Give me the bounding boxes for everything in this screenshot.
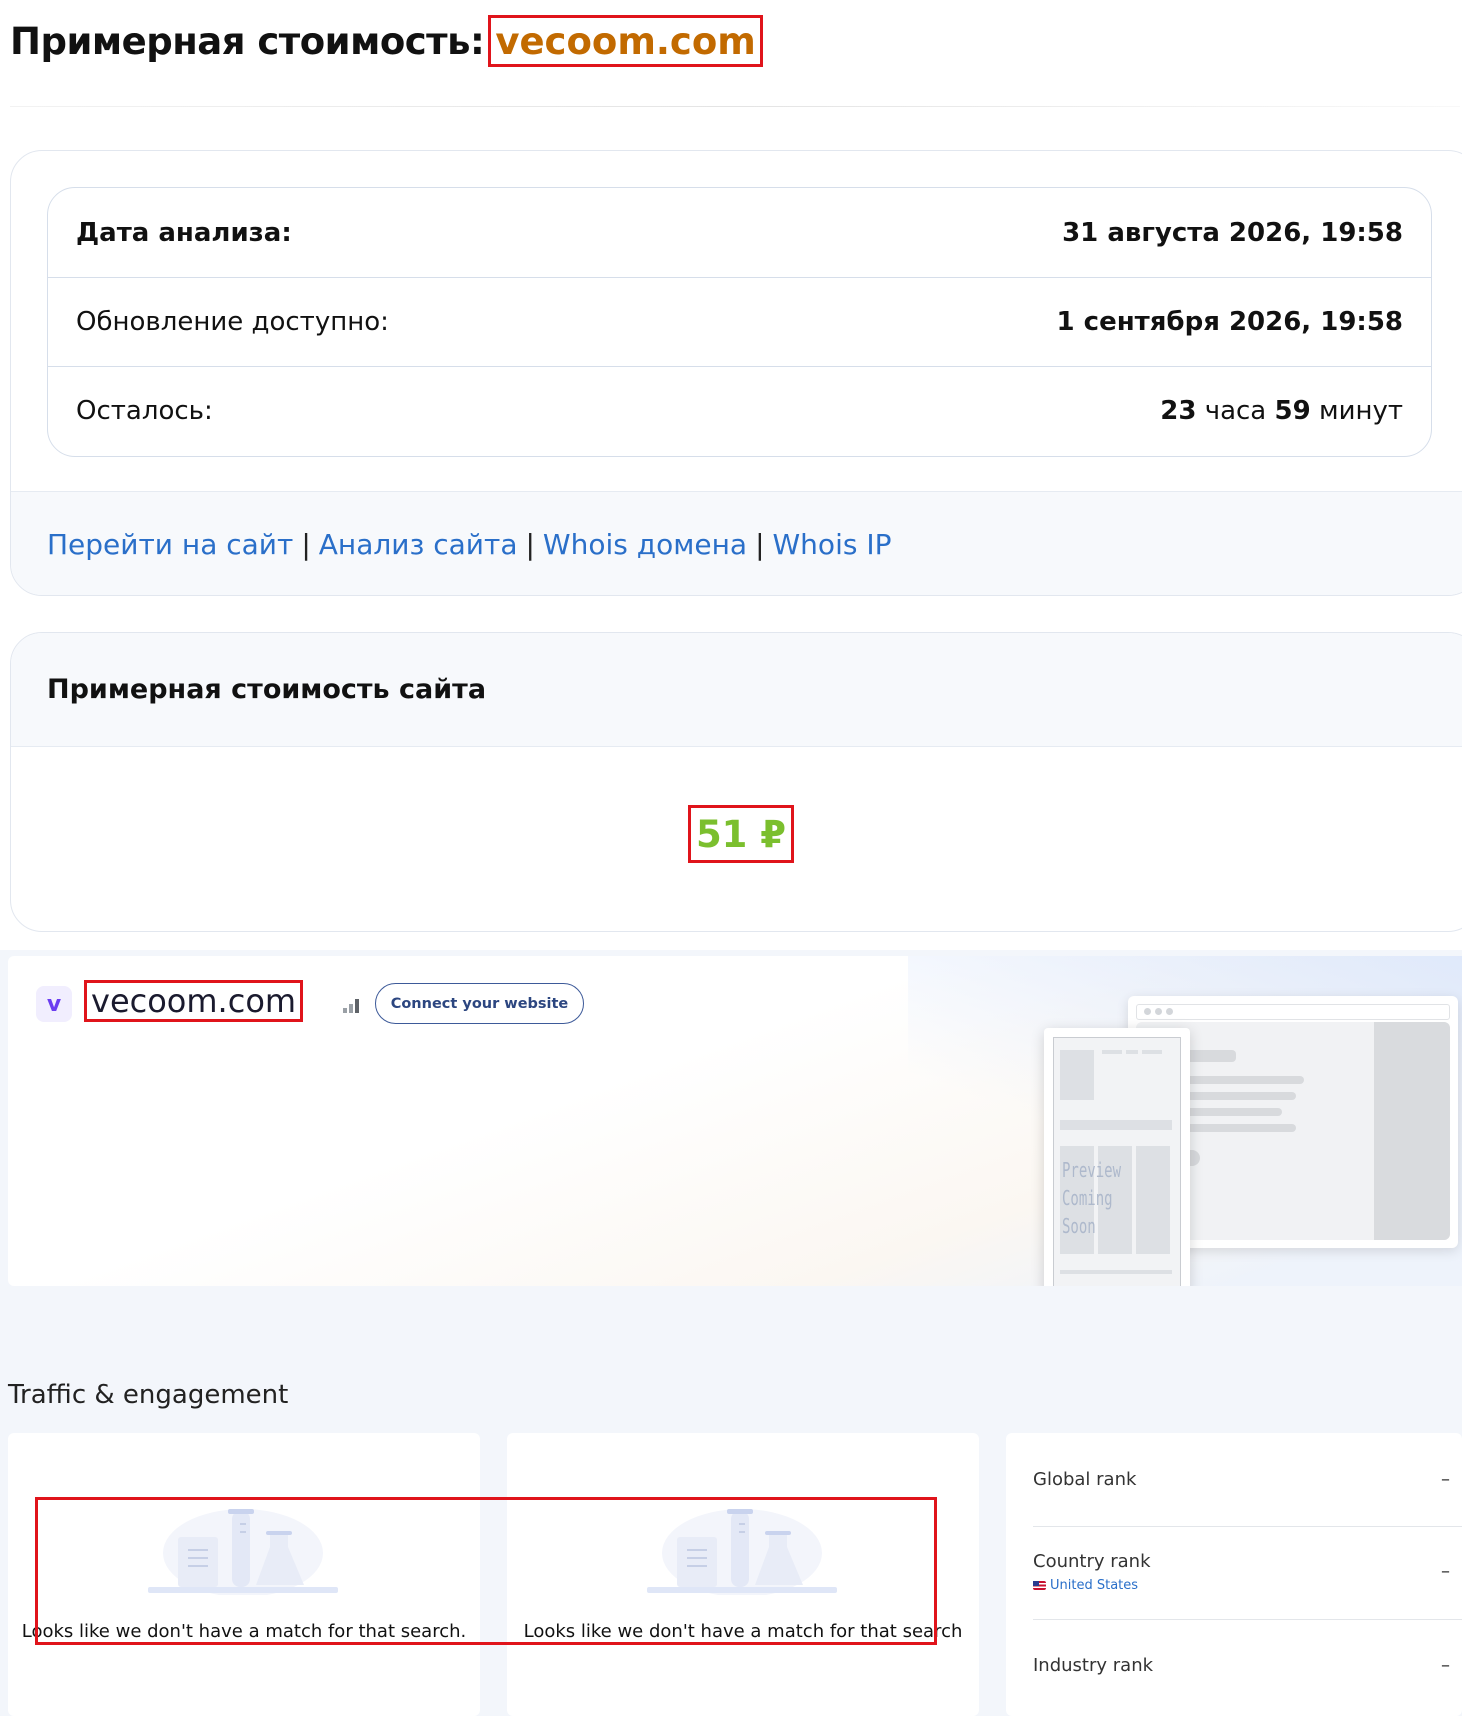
- page-title-domain: vecoom.com: [495, 19, 756, 63]
- signal-bars-icon: [343, 999, 359, 1013]
- link-separator: |: [301, 528, 311, 561]
- industry-rank-label: Industry rank: [1033, 1655, 1154, 1676]
- country-rank-value: –: [1441, 1561, 1450, 1582]
- update-available-value: 1 сентября 2026, 19:58: [1056, 307, 1403, 337]
- rank-card: Global rank – Country rank United States…: [1006, 1433, 1462, 1716]
- link-go-to-site[interactable]: Перейти на сайт: [47, 528, 293, 561]
- empty-state-highlight-box: [35, 1497, 937, 1645]
- title-divider: [10, 106, 1460, 107]
- time-left-label: Осталось:: [76, 396, 213, 426]
- website-domain: vecoom.com: [91, 982, 297, 1020]
- update-available-label: Обновление доступно:: [76, 307, 389, 337]
- traffic-section-title: Traffic & engagement: [8, 1380, 289, 1410]
- link-whois-ip[interactable]: Whois IP: [773, 528, 892, 561]
- site-cost-card: Примерная стоимость сайта 51 ₽: [10, 632, 1462, 932]
- site-cost-title: Примерная стоимость сайта: [47, 674, 487, 705]
- time-left-minutes: 59: [1274, 396, 1311, 426]
- time-left-minutes-unit: минут: [1310, 396, 1403, 426]
- coming-soon-label: Coming Soon: [1062, 1186, 1113, 1238]
- time-left-hours-unit: часа: [1196, 396, 1275, 426]
- country-rank-country[interactable]: United States: [1033, 1578, 1151, 1593]
- update-available-row: Обновление доступно: 1 сентября 2026, 19…: [48, 277, 1431, 366]
- global-rank-label: Global rank: [1033, 1469, 1137, 1490]
- link-separator: |: [755, 528, 765, 561]
- country-rank-block: Country rank United States: [1033, 1551, 1151, 1593]
- preview-label: Preview: [1062, 1158, 1122, 1182]
- site-price: 51 ₽: [695, 812, 787, 856]
- analysis-date-value: 31 августа 2026, 19:58: [1062, 217, 1403, 248]
- mobile-preview-image: Preview Coming Soon: [1044, 1028, 1190, 1286]
- link-separator: |: [525, 528, 535, 561]
- domain-highlight-box: vecoom.com: [488, 15, 763, 67]
- time-left-value: 23 часа 59 минут: [1160, 396, 1403, 426]
- site-favicon-icon: v: [36, 986, 72, 1022]
- industry-rank-row: Industry rank –: [1033, 1655, 1450, 1676]
- link-site-analysis[interactable]: Анализ сайта: [319, 528, 518, 561]
- global-rank-value: –: [1441, 1469, 1450, 1490]
- time-left-row: Осталось: 23 часа 59 минут: [48, 366, 1431, 455]
- country-rank-label: Country rank: [1033, 1551, 1151, 1572]
- sw-domain-highlight-box: vecoom.com: [84, 980, 304, 1022]
- page-title-row: Примерная стоимость: vecoom.com: [10, 14, 763, 68]
- analysis-date-label: Дата анализа:: [76, 217, 292, 248]
- us-flag-icon: [1033, 1581, 1046, 1590]
- price-highlight-box: 51 ₽: [688, 805, 794, 863]
- page-title: Примерная стоимость:: [10, 19, 485, 63]
- country-rank-row: Country rank United States –: [1033, 1551, 1450, 1593]
- industry-rank-value: –: [1441, 1655, 1450, 1676]
- country-name: United States: [1050, 1578, 1139, 1593]
- site-cost-header: Примерная стоимость сайта: [11, 633, 1462, 747]
- website-header: v vecoom.com Connect your website Previe…: [8, 956, 1462, 1286]
- link-whois-domain[interactable]: Whois домена: [543, 528, 747, 561]
- analysis-date-row: Дата анализа: 31 августа 2026, 19:58: [48, 188, 1431, 277]
- preview-placeholder-text: Preview Coming Soon: [1062, 1156, 1152, 1240]
- analysis-card: Дата анализа: 31 августа 2026, 19:58 Обн…: [10, 150, 1462, 596]
- global-rank-row: Global rank –: [1033, 1469, 1450, 1490]
- analysis-table: Дата анализа: 31 августа 2026, 19:58 Обн…: [47, 187, 1432, 457]
- connect-website-button[interactable]: Connect your website: [375, 983, 584, 1024]
- site-links-bar: Перейти на сайт | Анализ сайта | Whois д…: [11, 491, 1462, 595]
- time-left-hours: 23: [1160, 396, 1197, 426]
